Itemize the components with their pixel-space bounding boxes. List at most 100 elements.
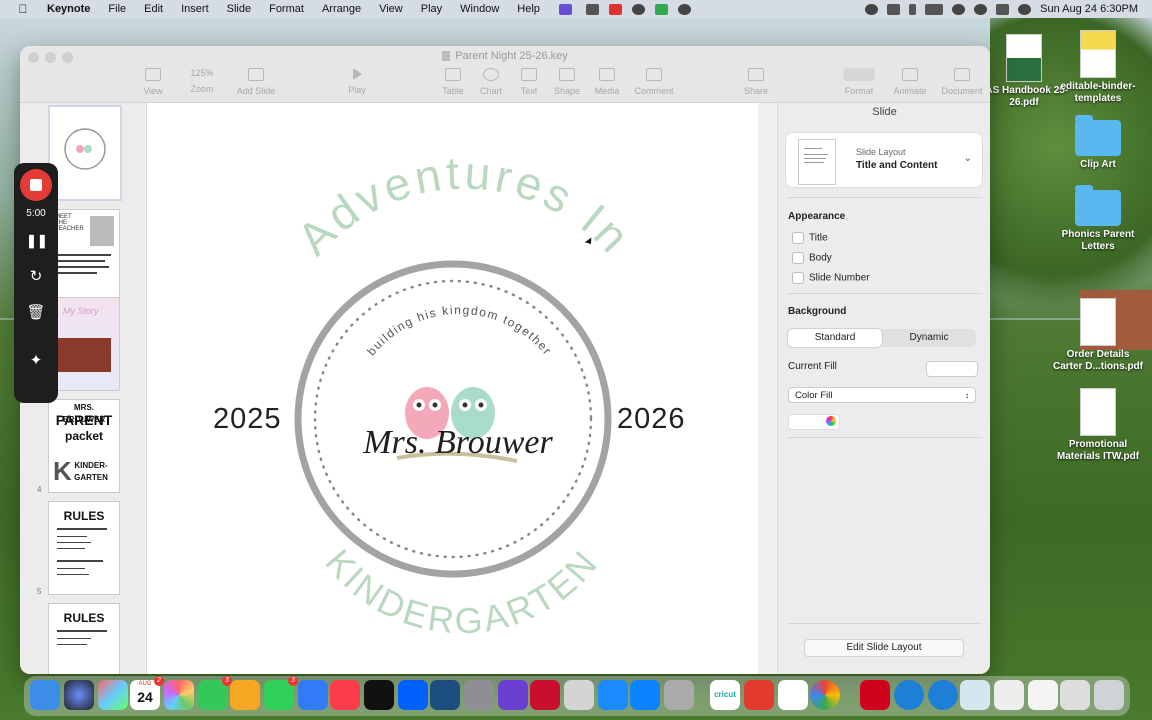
- eye-icon[interactable]: [865, 3, 879, 15]
- trash-icon[interactable]: 🗑: [26, 303, 46, 323]
- folder-stack-icon[interactable]: [960, 680, 990, 710]
- screen-record-icon[interactable]: [558, 3, 572, 15]
- screenshot-icon[interactable]: [564, 680, 594, 710]
- toolbar-media-button[interactable]: Media: [592, 68, 622, 96]
- body-checkbox[interactable]: Body: [792, 252, 832, 264]
- apple-tv-icon[interactable]: [364, 680, 394, 710]
- menu-insert[interactable]: Insert: [181, 3, 209, 15]
- messages-icon[interactable]: 3: [264, 676, 298, 710]
- menu-help[interactable]: Help: [517, 3, 540, 15]
- chrome-status-icon[interactable]: [677, 3, 691, 15]
- globe-icon[interactable]: [894, 680, 924, 710]
- wifi-icon[interactable]: [952, 3, 966, 15]
- toolbar-animate-button[interactable]: Animate: [890, 68, 930, 96]
- toolbar-play-button[interactable]: Play: [342, 68, 372, 95]
- pause-icon[interactable]: ❚❚: [26, 231, 48, 251]
- desktop-file-binder-templates[interactable]: editable-binder-templates: [1052, 30, 1144, 105]
- toolbar-view-button[interactable]: View: [138, 68, 168, 96]
- menu-clock[interactable]: Sun Aug 24 6:30PM: [1040, 3, 1138, 15]
- desktop-file-promotional[interactable]: Promotional Materials ITW.pdf: [1052, 388, 1144, 463]
- facetime-icon[interactable]: 3: [198, 676, 232, 710]
- current-slide[interactable]: Adventures In building his kingdom toget…: [147, 103, 758, 674]
- pdf-document-icon[interactable]: [860, 680, 890, 710]
- toolbar-shape-button[interactable]: Shape: [552, 68, 582, 96]
- slide-layout-selector[interactable]: Slide Layout Title and Content ⌄: [786, 133, 982, 187]
- slide-thumbnail-5[interactable]: RULES 5: [37, 501, 120, 596]
- menu-format[interactable]: Format: [269, 3, 304, 15]
- documents-stack-icon[interactable]: [1028, 680, 1058, 710]
- menu-arrange[interactable]: Arrange: [322, 3, 361, 15]
- app-status-icon[interactable]: [654, 3, 668, 15]
- toolbar-comment-button[interactable]: Comment: [632, 68, 676, 96]
- app-store-icon[interactable]: [630, 680, 660, 710]
- standard-segment[interactable]: Standard: [788, 329, 882, 347]
- toolbar-share-button[interactable]: Share: [740, 68, 772, 96]
- chrome-icon[interactable]: [810, 680, 840, 710]
- screenshots-stack-icon[interactable]: [1060, 680, 1090, 710]
- sync-icon[interactable]: [631, 3, 645, 15]
- menu-window[interactable]: Window: [460, 3, 499, 15]
- toolbar-zoom-button[interactable]: 125% Zoom: [180, 68, 224, 94]
- slide-thumbnail-1[interactable]: [48, 105, 122, 201]
- menu-file[interactable]: File: [108, 3, 126, 15]
- quicktime-icon[interactable]: [430, 680, 460, 710]
- toolbar-table-button[interactable]: Table: [438, 68, 468, 96]
- desktop-folder-phonics[interactable]: Phonics Parent Letters: [1052, 185, 1144, 253]
- menu-play[interactable]: Play: [421, 3, 442, 15]
- slide-thumbnail-3[interactable]: My Story: [48, 297, 120, 391]
- acrobat-dock-icon[interactable]: [530, 680, 560, 710]
- preview-icon[interactable]: [664, 680, 694, 710]
- toolbar-text-button[interactable]: Text: [514, 68, 544, 96]
- edit-slide-layout-button[interactable]: Edit Slide Layout: [804, 639, 964, 657]
- menu-slide[interactable]: Slide: [227, 3, 251, 15]
- dynamic-segment[interactable]: Dynamic: [882, 329, 976, 347]
- calendar-icon[interactable]: AUG 24 2: [130, 676, 164, 710]
- control-center-icon[interactable]: [996, 3, 1010, 15]
- menu-app[interactable]: Keynote: [47, 3, 90, 15]
- siri-icon[interactable]: [1018, 3, 1032, 15]
- launchpad-icon[interactable]: [98, 680, 128, 710]
- fill-type-select[interactable]: Color Fill ↕: [788, 387, 976, 403]
- apple-icon[interactable]: : [16, 2, 30, 16]
- network-icon[interactable]: [928, 680, 958, 710]
- display-icon[interactable]: [887, 3, 901, 15]
- slack-icon[interactable]: [778, 680, 808, 710]
- toolbar-format-button[interactable]: Format: [838, 68, 880, 96]
- acrobat-reader-icon[interactable]: [744, 680, 774, 710]
- color-wheel-icon[interactable]: [826, 416, 836, 426]
- title-checkbox[interactable]: Title: [792, 232, 828, 244]
- photos-icon[interactable]: [164, 680, 194, 710]
- toolbar-chart-button[interactable]: Chart: [476, 68, 506, 96]
- slide-thumbnail-4[interactable]: MRS. BROUWER PARENT packet KINDER-GARTEN…: [37, 399, 120, 494]
- desktop-file-order-details[interactable]: Order Details Carter D...tions.pdf: [1052, 298, 1144, 373]
- slide-thumbnail-2[interactable]: MEET THE TEACHER: [48, 209, 120, 303]
- dropbox-icon[interactable]: [398, 680, 428, 710]
- imovie-icon[interactable]: [498, 680, 528, 710]
- finder-icon[interactable]: [30, 680, 60, 710]
- siri-dock-icon[interactable]: [64, 680, 94, 710]
- music-icon[interactable]: [330, 680, 360, 710]
- restart-icon[interactable]: ↻: [26, 267, 46, 287]
- current-fill-swatch[interactable]: [926, 361, 978, 377]
- calendar-status-icon[interactable]: [608, 3, 622, 15]
- battery-icon[interactable]: [925, 3, 944, 15]
- slide-thumbnail-6[interactable]: RULES 6: [48, 603, 120, 674]
- downloads-stack-icon[interactable]: [994, 680, 1024, 710]
- menu-view[interactable]: View: [379, 3, 403, 15]
- keynote-dock-icon[interactable]: [298, 680, 328, 710]
- status-icon[interactable]: [585, 3, 599, 15]
- toolbar-document-button[interactable]: Document: [938, 68, 986, 96]
- menu-edit[interactable]: Edit: [144, 3, 163, 15]
- freeform-icon[interactable]: [598, 680, 628, 710]
- toolbar-add-slide-button[interactable]: Add Slide: [234, 68, 278, 96]
- trash-dock-icon[interactable]: [1094, 680, 1124, 710]
- system-settings-icon[interactable]: [464, 680, 494, 710]
- spotlight-search-icon[interactable]: [974, 3, 988, 15]
- pages-icon[interactable]: [230, 680, 260, 710]
- cricut-icon[interactable]: cricut: [710, 680, 740, 710]
- bluetooth-icon[interactable]: [909, 3, 917, 15]
- desktop-folder-clip-art[interactable]: Clip Art: [1052, 115, 1144, 171]
- stop-recording-button[interactable]: [20, 169, 52, 201]
- slide-number-checkbox[interactable]: Slide Number: [792, 272, 870, 284]
- effects-icon[interactable]: ✦: [26, 351, 46, 371]
